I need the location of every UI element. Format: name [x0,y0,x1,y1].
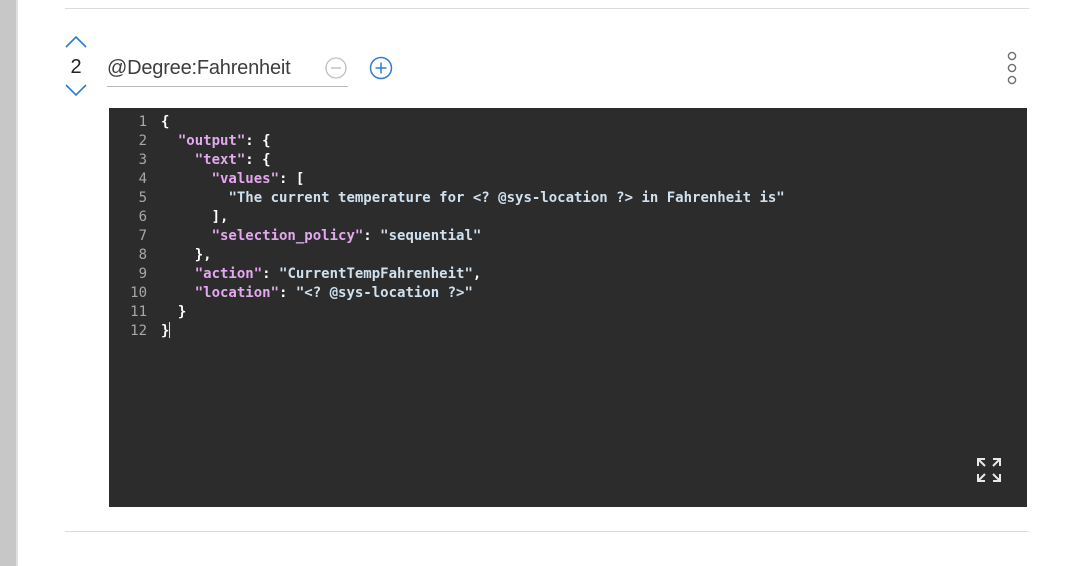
line-number: 2 [138,133,147,149]
json-punctuation [161,171,212,187]
json-punctuation: : { [245,152,271,168]
json-key: "selection_policy" [211,228,364,244]
line-number: 5 [138,190,147,206]
json-key: "text" [194,152,246,168]
line-number-gutter: 1 2 3 4 5 6 7 8 9 10 11 12 [109,113,147,341]
section-divider-bottom [65,531,1029,532]
line-number: 8 [138,247,147,263]
overflow-menu-button[interactable] [1004,50,1020,86]
code-line: } [161,322,785,341]
code-line: "The current temperature for <? @sys-loc… [161,189,785,208]
code-area[interactable]: { "output": { "text": { "values": [ "The… [161,113,785,341]
section-divider-top [65,8,1029,9]
chevron-down-icon [65,84,87,97]
json-punctuation [161,266,195,282]
json-key: "output" [177,133,246,149]
code-line: { [161,113,785,132]
expand-icon [977,458,1001,482]
json-punctuation [161,228,212,244]
plus-circle-icon [369,56,393,80]
json-string: "<? @sys-location ?>" [295,285,473,301]
json-punctuation: : [363,228,381,244]
minus-circle-icon [325,57,347,79]
code-line: "location": "<? @sys-location ?>" [161,284,785,303]
text-caret [169,322,171,338]
json-punctuation [161,285,195,301]
line-number: 1 [138,114,147,130]
json-punctuation: } [161,323,170,339]
json-punctuation [161,190,228,206]
json-punctuation: } [161,304,187,320]
json-string: "sequential" [380,228,482,244]
window-left-edge [0,0,18,566]
move-up-button[interactable] [65,35,87,49]
line-number: 10 [130,285,147,301]
move-down-button[interactable] [65,83,87,97]
json-punctuation: : { [245,133,271,149]
vertical-dots-icon [1007,51,1017,85]
condition-input[interactable]: @Degree:Fahrenheit [107,54,348,87]
json-punctuation: { [161,114,170,130]
json-punctuation: ], [161,209,229,225]
json-key: "location" [194,285,280,301]
line-number: 3 [138,152,147,168]
code-line: "values": [ [161,170,785,189]
json-editor[interactable]: 1 2 3 4 5 6 7 8 9 10 11 12 { "output": { "text": { … [109,108,1027,507]
line-number: 7 [138,228,147,244]
json-punctuation: : [262,266,280,282]
json-string: "The current temperature for <? @sys-loc… [228,190,785,206]
json-punctuation [161,152,195,168]
code-line: }, [161,246,785,265]
add-condition-button[interactable] [369,56,393,80]
code-line: "action": "CurrentTempFahrenheit", [161,265,785,284]
chevron-up-icon [65,35,87,48]
code-line: ], [161,208,785,227]
json-punctuation: , [472,266,482,282]
code-line: } [161,303,785,322]
line-number: 6 [138,209,147,225]
code-line: "output": { [161,132,785,151]
code-line: "selection_policy": "sequential" [161,227,785,246]
response-panel: 2 @Degree:Fahrenheit 1 2 3 4 5 6 7 8 9 10 11 12 { "… [18,0,1080,566]
json-key: "values" [211,171,280,187]
line-number: 12 [130,323,147,339]
json-key: "action" [194,266,263,282]
json-punctuation: }, [161,247,212,263]
code-line: "text": { [161,151,785,170]
line-number: 9 [138,266,147,282]
response-step-number: 2 [70,56,82,78]
json-punctuation: : [279,285,296,301]
json-punctuation: : [ [279,171,305,187]
expand-editor-button[interactable] [976,457,1002,483]
remove-condition-button[interactable] [325,57,347,79]
condition-value: @Degree:Fahrenheit [107,57,291,79]
line-number: 4 [138,171,147,187]
json-punctuation [161,133,178,149]
json-string: "CurrentTempFahrenheit" [279,266,473,282]
line-number: 11 [130,304,147,320]
